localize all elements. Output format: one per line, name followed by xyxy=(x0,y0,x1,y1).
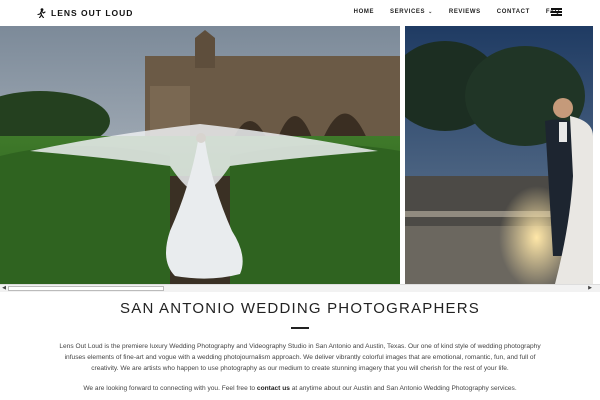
contact-paragraph: We are looking forward to connecting wit… xyxy=(55,383,545,394)
contact-paragraph-end: at anytime about our Austin and San Anto… xyxy=(289,385,517,392)
title-divider xyxy=(291,327,309,329)
nav-home[interactable]: HOME xyxy=(354,9,374,15)
contact-us-link[interactable]: contact us xyxy=(257,385,290,392)
nav-reviews[interactable]: REVIEWS xyxy=(449,9,481,15)
intro-paragraph: Lens Out Loud is the premiere luxury Wed… xyxy=(59,343,541,372)
nav-home-label: HOME xyxy=(353,9,375,15)
nav-services[interactable]: SERVICES ⌄ xyxy=(390,9,433,15)
scroll-left-arrow-icon[interactable]: ◀ xyxy=(0,285,8,292)
gallery-scrollbar[interactable]: ◀ ▶ xyxy=(0,284,600,292)
hamburger-menu-icon[interactable] xyxy=(551,8,562,16)
photo-gallery xyxy=(0,26,600,286)
nav-services-label: SERVICES xyxy=(390,9,426,15)
contact-paragraph-start: We are looking forward to connecting wit… xyxy=(83,385,257,392)
logo[interactable]: LENS OUT LOUD xyxy=(37,8,133,18)
chevron-down-icon: ⌄ xyxy=(428,9,433,15)
nav-contact[interactable]: CONTACT xyxy=(497,9,530,15)
scroll-right-arrow-icon[interactable]: ▶ xyxy=(586,285,594,292)
nav-contact-label: CONTACT xyxy=(496,9,530,15)
gallery-photo-mission-bride[interactable] xyxy=(0,26,400,284)
gallery-photo-couple-night[interactable] xyxy=(405,26,593,284)
main-nav: HOME SERVICES⌄ REVIEWS CONTACT FAQ xyxy=(338,9,560,15)
page-title: SAN ANTONIO WEDDING PHOTOGRAPHERS xyxy=(120,300,480,317)
logo-figure-icon xyxy=(37,8,46,18)
logo-text: LENS OUT LOUD xyxy=(51,8,134,18)
scrollbar-thumb[interactable] xyxy=(8,286,164,291)
site-header: LENS OUT LOUD HOME SERVICES ⌄ REVIEWS CON… xyxy=(0,0,600,26)
nav-reviews-label: REVIEWS xyxy=(448,9,481,15)
